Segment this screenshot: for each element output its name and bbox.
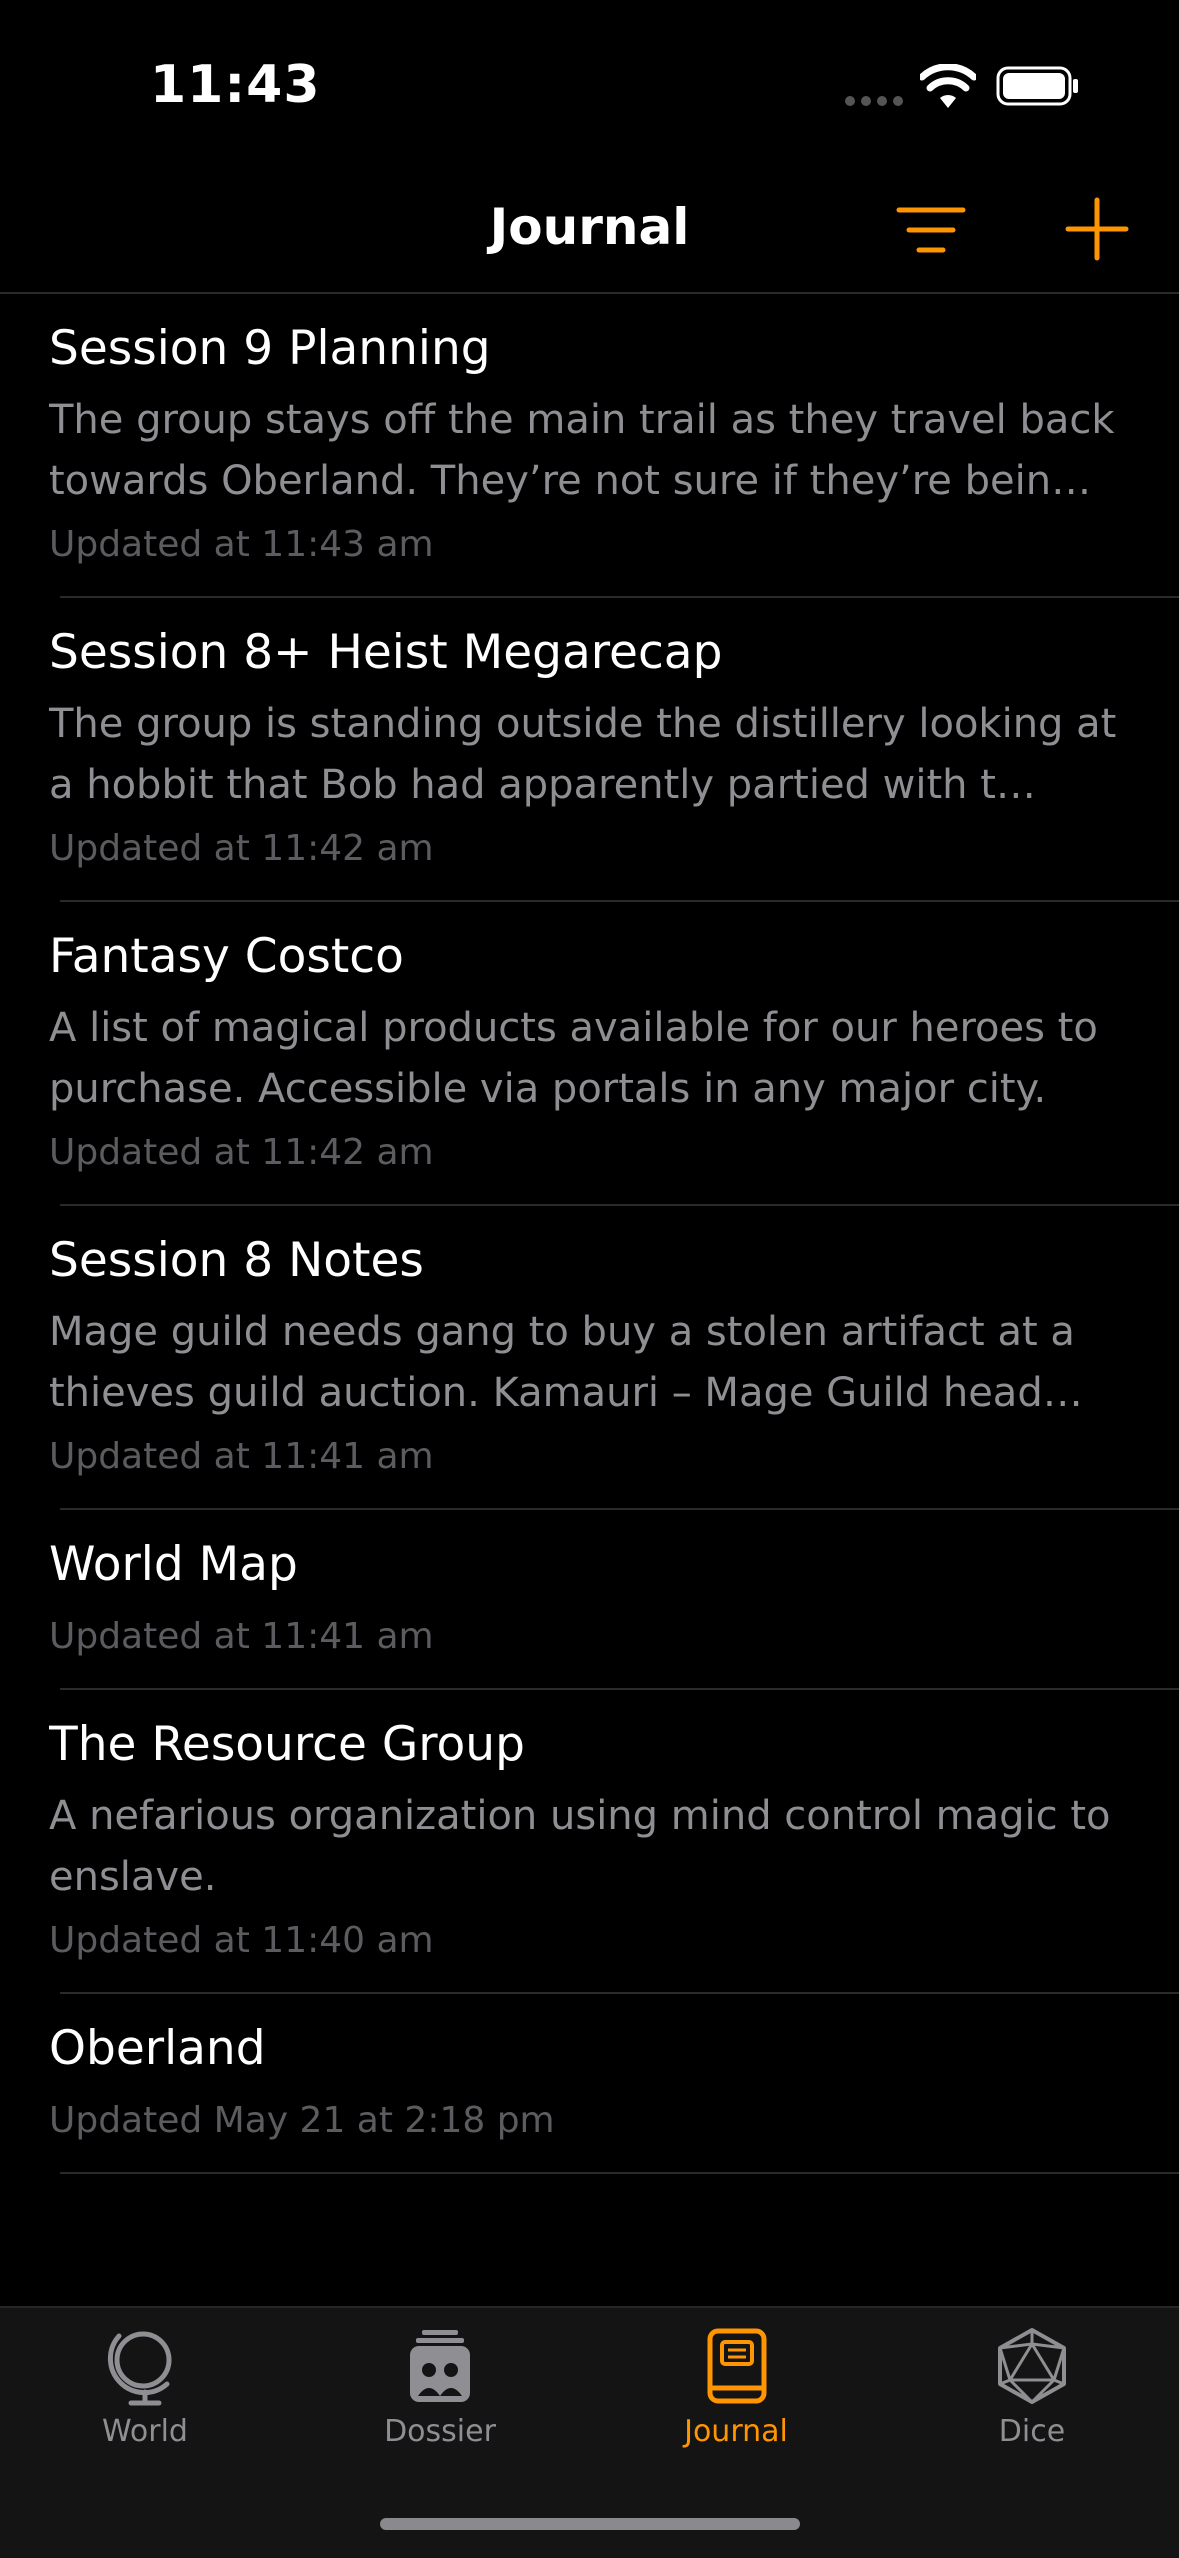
add-entry-button[interactable] bbox=[1062, 194, 1132, 264]
tab-label: Dice bbox=[998, 2414, 1066, 2449]
journal-entry[interactable]: Session 8 Notes Mage guild needs gang to… bbox=[49, 1206, 1179, 1510]
entry-title: Oberland bbox=[49, 2021, 266, 2076]
journal-entry[interactable]: The Resource Group A nefarious organizat… bbox=[49, 1690, 1179, 1994]
entry-preview: A list of magical products available for… bbox=[49, 1005, 1098, 1112]
filter-sort-button[interactable] bbox=[895, 200, 967, 260]
status-bar: 11:43 bbox=[0, 0, 1179, 170]
d20-icon bbox=[998, 2328, 1066, 2404]
tab-world[interactable]: World bbox=[35, 2326, 255, 2466]
entry-updated: Updated at 11:43 am bbox=[49, 524, 434, 565]
tab-dice[interactable]: Dice bbox=[922, 2326, 1142, 2466]
entry-preview: The group stays off the main trail as th… bbox=[49, 397, 1115, 504]
tab-label: Journal bbox=[684, 2414, 788, 2449]
entry-title: Session 8+ Heist Megarecap bbox=[49, 625, 723, 680]
wifi-icon bbox=[920, 64, 976, 108]
tab-journal[interactable]: Journal bbox=[626, 2326, 846, 2466]
book-icon bbox=[707, 2328, 767, 2404]
entry-preview: A nefarious organization using mind cont… bbox=[49, 1793, 1111, 1900]
entry-updated: Updated at 11:42 am bbox=[49, 828, 434, 869]
navigation-bar: Journal bbox=[0, 170, 1179, 294]
journal-entry[interactable]: Session 9 Planning The group stays off t… bbox=[49, 294, 1179, 598]
dossier-icon bbox=[410, 2330, 470, 2402]
entry-updated: Updated at 11:41 am bbox=[49, 1616, 434, 1657]
entry-title: The Resource Group bbox=[49, 1717, 525, 1772]
globe-icon bbox=[107, 2331, 172, 2406]
entry-preview: The group is standing outside the distil… bbox=[49, 701, 1117, 808]
cellular-signal-icon bbox=[845, 96, 905, 106]
tab-dossier[interactable]: Dossier bbox=[330, 2326, 550, 2466]
entry-title: Session 8 Notes bbox=[49, 1233, 424, 1288]
journal-entry[interactable]: World Map Updated at 11:41 am bbox=[49, 1510, 1179, 1690]
entry-updated: Updated May 21 at 2:18 pm bbox=[49, 2100, 555, 2141]
entry-title: Fantasy Costco bbox=[49, 929, 404, 984]
tab-label: World bbox=[102, 2414, 188, 2449]
home-indicator[interactable] bbox=[380, 2518, 800, 2530]
battery-icon bbox=[996, 66, 1078, 106]
entry-preview: Mage guild needs gang to buy a stolen ar… bbox=[49, 1309, 1083, 1416]
entry-updated: Updated at 11:41 am bbox=[49, 1436, 434, 1477]
entry-title: Session 9 Planning bbox=[49, 321, 491, 376]
page-title: Journal bbox=[489, 198, 690, 256]
journal-entry[interactable]: Oberland Updated May 21 at 2:18 pm bbox=[49, 1994, 1179, 2174]
journal-entry[interactable]: Session 8+ Heist Megarecap The group is … bbox=[49, 598, 1179, 902]
journal-list: Session 9 Planning The group stays off t… bbox=[0, 294, 1179, 2174]
entry-title: World Map bbox=[49, 1537, 298, 1592]
journal-entry[interactable]: Fantasy Costco A list of magical product… bbox=[49, 902, 1179, 1206]
entry-updated: Updated at 11:40 am bbox=[49, 1920, 434, 1961]
status-time: 11:43 bbox=[150, 55, 321, 115]
entry-updated: Updated at 11:42 am bbox=[49, 1132, 434, 1173]
tab-label: Dossier bbox=[384, 2414, 496, 2449]
